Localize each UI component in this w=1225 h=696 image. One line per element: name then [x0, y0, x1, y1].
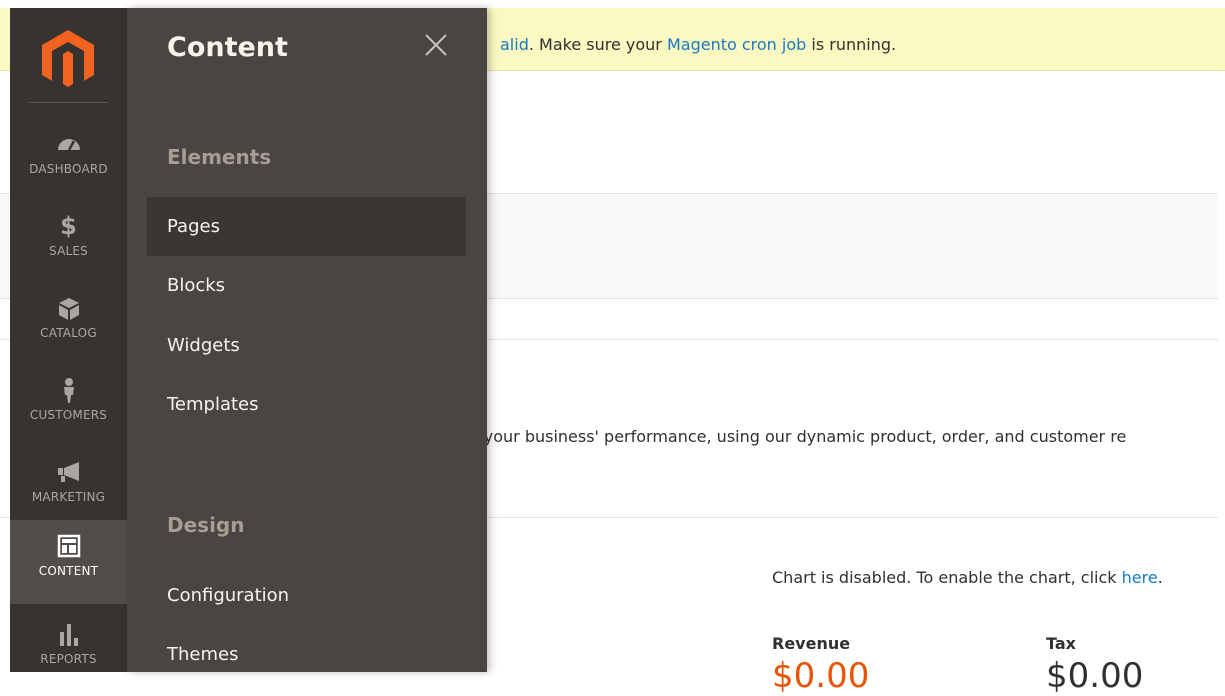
dollar-icon: $	[60, 212, 77, 240]
nav-item-marketing[interactable]: MARKETING	[10, 446, 127, 526]
nav-item-catalog[interactable]: CATALOG	[10, 282, 127, 362]
submenu-item-templates[interactable]: Templates	[147, 375, 466, 434]
submenu-item-blocks[interactable]: Blocks	[147, 256, 466, 315]
logo-divider	[29, 102, 108, 103]
nav-item-reports[interactable]: REPORTS	[10, 608, 127, 688]
cron-job-link[interactable]: Magento cron job	[667, 35, 806, 54]
group-title-design: Design	[167, 513, 245, 537]
submenu-item-pages[interactable]: Pages	[147, 197, 466, 256]
close-icon[interactable]	[421, 30, 451, 60]
layout-icon	[57, 534, 80, 558]
nav-item-customers[interactable]: CUSTOMERS	[10, 364, 127, 444]
nav-item-dashboard[interactable]: DASHBOARD	[10, 118, 127, 198]
magento-logo-icon[interactable]	[36, 26, 100, 90]
enable-chart-link[interactable]: here	[1122, 568, 1158, 587]
submenu-title: Content	[167, 32, 288, 63]
person-icon	[63, 378, 74, 403]
notice-link-fragment[interactable]: alid	[500, 35, 529, 54]
tax-label: Tax	[1046, 634, 1076, 653]
megaphone-icon	[57, 462, 79, 482]
revenue-value: $0.00	[772, 656, 870, 696]
intro-text: d of your business' performance, using o…	[448, 427, 1127, 446]
bar-chart-icon	[59, 624, 78, 646]
submenu-item-widgets[interactable]: Widgets	[147, 316, 466, 375]
group-title-elements: Elements	[167, 145, 272, 169]
admin-sidebar: DASHBOARD $ SALES CATALOG CUSTOMERS MARK…	[10, 8, 127, 672]
notice-text: alid. Make sure your Magento cron job is…	[500, 35, 897, 54]
submenu-item-configuration[interactable]: Configuration	[147, 566, 466, 625]
chart-disabled-message: Chart is disabled. To enable the chart, …	[772, 568, 1163, 587]
dashboard-icon	[57, 139, 80, 151]
revenue-label: Revenue	[772, 634, 851, 653]
nav-item-content[interactable]: CONTENT	[10, 520, 127, 604]
tax-value: $0.00	[1046, 656, 1144, 696]
submenu-item-themes[interactable]: Themes	[147, 625, 466, 684]
box-icon	[58, 298, 79, 320]
content-submenu: Content Elements Pages Blocks Widgets Te…	[127, 8, 487, 672]
nav-item-sales[interactable]: $ SALES	[10, 200, 127, 280]
